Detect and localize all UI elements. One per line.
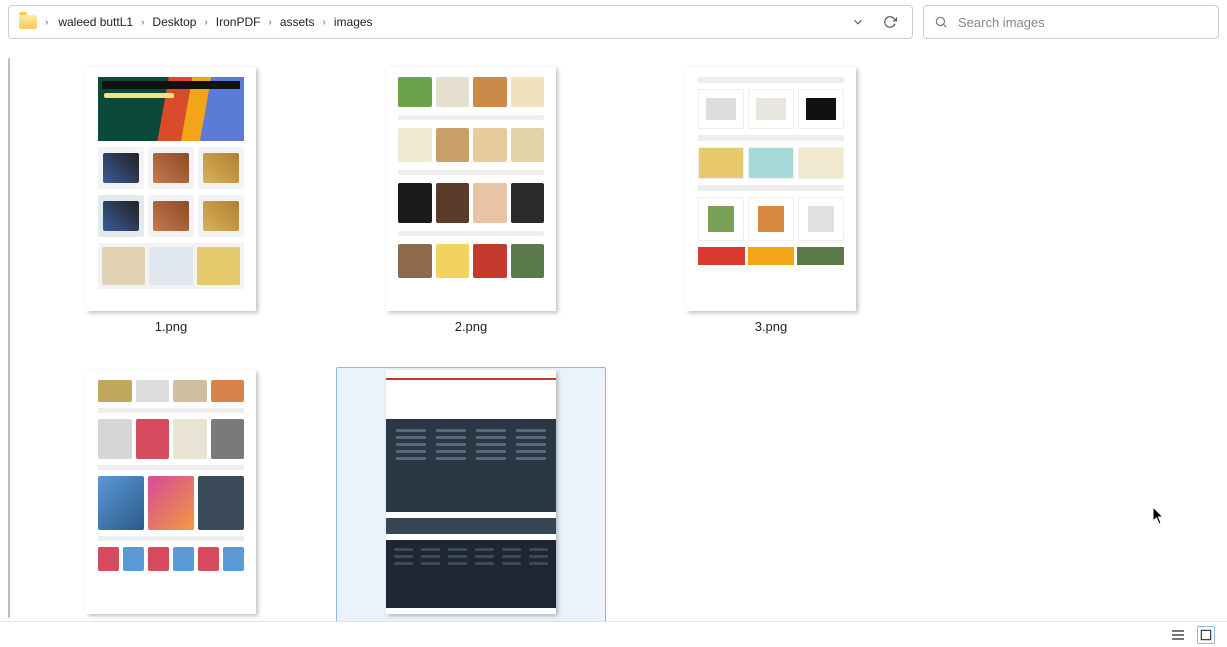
file-item[interactable]: 4.png xyxy=(36,367,306,640)
status-bar xyxy=(0,621,1227,647)
search-box[interactable] xyxy=(923,5,1219,39)
refresh-button[interactable] xyxy=(878,10,902,34)
file-item[interactable]: 3.png xyxy=(636,64,906,337)
file-item[interactable]: 1.png xyxy=(36,64,306,337)
file-name-label: 3.png xyxy=(755,319,788,334)
file-item[interactable]: 5.png xyxy=(336,367,606,640)
toolbar: › waleed buttL1 › Desktop › IronPDF › assets › i… xyxy=(0,0,1227,44)
search-icon xyxy=(934,15,948,29)
chevron-right-icon: › xyxy=(323,17,326,28)
file-thumbnail xyxy=(86,370,256,614)
breadcrumb-segment[interactable]: IronPDF xyxy=(214,13,263,31)
chevron-right-icon: › xyxy=(204,17,207,28)
chevron-right-icon: › xyxy=(45,17,48,28)
file-thumbnail xyxy=(386,370,556,614)
file-thumbnail xyxy=(686,67,856,311)
file-name-label: 2.png xyxy=(455,319,488,334)
details-view-button[interactable] xyxy=(1169,626,1187,644)
search-input[interactable] xyxy=(958,15,1208,30)
file-thumbnail xyxy=(386,67,556,311)
breadcrumb-segment[interactable]: Desktop xyxy=(150,13,198,31)
file-thumbnail xyxy=(86,67,256,311)
chevron-right-icon: › xyxy=(141,17,144,28)
thumbnail-view-button[interactable] xyxy=(1197,626,1215,644)
file-grid: 1.png 2.png 3.png 4.png 5.png xyxy=(36,64,1205,640)
breadcrumb: waleed buttL1 › Desktop › IronPDF › assets › ima… xyxy=(56,13,838,31)
breadcrumb-segment[interactable]: assets xyxy=(278,13,317,31)
breadcrumb-segment[interactable]: waleed buttL1 xyxy=(56,13,135,31)
file-item[interactable]: 2.png xyxy=(336,64,606,337)
breadcrumb-segment[interactable]: images xyxy=(332,13,375,31)
chevron-right-icon: › xyxy=(268,17,271,28)
folder-icon xyxy=(19,15,37,29)
recent-locations-button[interactable] xyxy=(846,10,870,34)
content-area[interactable]: 1.png 2.png 3.png 4.png 5.png xyxy=(0,44,1227,620)
address-bar[interactable]: › waleed buttL1 › Desktop › IronPDF › assets › i… xyxy=(8,5,913,39)
file-name-label: 1.png xyxy=(155,319,188,334)
